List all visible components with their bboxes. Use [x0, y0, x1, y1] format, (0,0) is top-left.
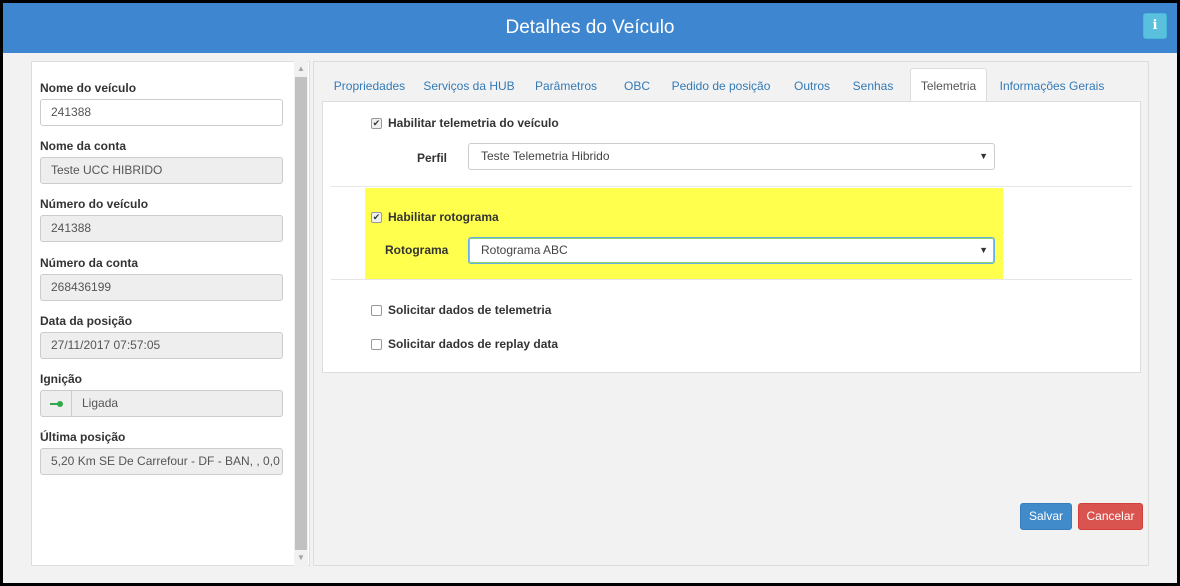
telemetry-tab-content: ✔ Habilitar telemetria do veículo Perfil…: [322, 101, 1141, 373]
chevron-down-icon: ▼: [979, 151, 988, 161]
account-number-label: Número da conta: [40, 256, 139, 270]
rotogram-highlight: [365, 188, 1003, 280]
profile-label: Perfil: [417, 151, 448, 165]
rotogram-label: Rotograma: [385, 243, 449, 257]
tab-obc[interactable]: OBC: [618, 68, 656, 102]
account-name-label: Nome da conta: [40, 139, 127, 153]
last-position-field: 5,20 Km SE De Carrefour - DF - BAN, , 0,…: [40, 448, 283, 475]
title-bar: Detalhes do Veículo i: [3, 3, 1177, 53]
cancel-button[interactable]: Cancelar: [1078, 503, 1143, 530]
tab-propriedades[interactable]: Propriedades: [325, 68, 414, 102]
enable-telemetry-checkbox[interactable]: ✔: [371, 118, 382, 129]
vehicle-name-input[interactable]: 241388: [40, 99, 283, 126]
tab-telemetria[interactable]: Telemetria: [910, 68, 987, 102]
ignition-value: Ligada: [71, 390, 283, 417]
vehicle-name-label: Nome do veículo: [40, 81, 137, 95]
scroll-up-arrow-icon[interactable]: ▲: [294, 62, 308, 76]
tab-outros[interactable]: Outros: [788, 68, 836, 102]
section-divider: [331, 186, 1132, 187]
request-replay-label: Solicitar dados de replay data: [388, 337, 559, 351]
profile-select[interactable]: Teste Telemetria Hibrido ▼: [468, 143, 995, 170]
vehicle-number-field: 241388: [40, 215, 283, 242]
enable-telemetry-label: Habilitar telemetria do veículo: [388, 116, 559, 130]
scroll-down-arrow-icon[interactable]: ▼: [294, 551, 308, 565]
scroll-thumb[interactable]: [295, 77, 307, 550]
request-telemetry-checkbox[interactable]: [371, 305, 382, 316]
save-button[interactable]: Salvar: [1020, 503, 1072, 530]
account-number-field: 268436199: [40, 274, 283, 301]
vehicle-details-window: Detalhes do Veículo i Nome do veículo 24…: [3, 3, 1177, 583]
section-divider: [331, 279, 1132, 280]
account-name-field: Teste UCC HIBRIDO: [40, 157, 283, 184]
ignition-field: Ligada: [40, 390, 283, 417]
last-position-label: Última posição: [40, 430, 126, 444]
tab-senhas[interactable]: Senhas: [849, 68, 897, 102]
rotogram-select-value: Rotograma ABC: [481, 243, 568, 257]
settings-panel: Propriedades Serviços da HUB Parâmetros …: [313, 61, 1149, 566]
position-date-field: 27/11/2017 07:57:05: [40, 332, 283, 359]
rotogram-select[interactable]: Rotograma ABC ▼: [468, 237, 995, 264]
profile-select-value: Teste Telemetria Hibrido: [481, 149, 610, 163]
enable-rotogram-checkbox[interactable]: ✔: [371, 212, 382, 223]
enable-rotogram-label: Habilitar rotograma: [388, 210, 499, 224]
vehicle-number-label: Número do veículo: [40, 197, 149, 211]
left-panel-scrollbar[interactable]: ▲ ▼: [294, 61, 308, 566]
tab-servicos-hub[interactable]: Serviços da HUB: [419, 68, 519, 102]
tab-pedido-posicao[interactable]: Pedido de posição: [669, 68, 773, 102]
key-icon: [40, 390, 72, 417]
vehicle-summary-panel: Nome do veículo 241388 Nome da conta Tes…: [31, 61, 310, 566]
request-telemetry-label: Solicitar dados de telemetria: [388, 303, 552, 317]
tab-informacoes-gerais[interactable]: Informações Gerais: [997, 68, 1107, 102]
tab-bar: Propriedades Serviços da HUB Parâmetros …: [314, 68, 1148, 102]
window-title: Detalhes do Veículo: [505, 17, 675, 38]
info-icon[interactable]: i: [1143, 13, 1167, 39]
tab-parametros[interactable]: Parâmetros: [532, 68, 600, 102]
chevron-down-icon: ▼: [979, 245, 988, 255]
ignition-label: Ignição: [40, 372, 83, 386]
request-replay-checkbox[interactable]: [371, 339, 382, 350]
position-date-label: Data da posição: [40, 314, 133, 328]
